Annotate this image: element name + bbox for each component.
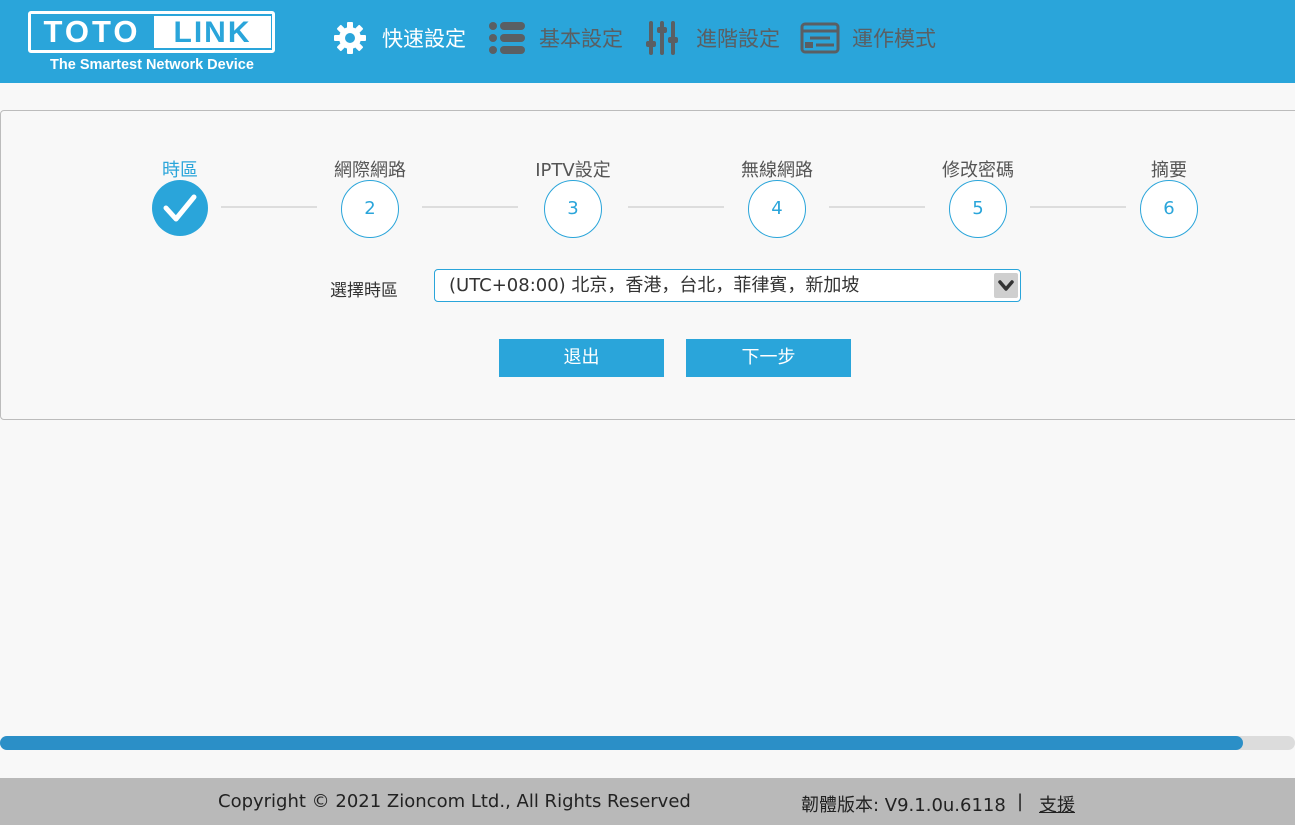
top-header: TOTO LINK The Smartest Network Device 快速… — [0, 0, 1295, 83]
step-4-circle: 4 — [748, 180, 806, 238]
step-connector — [422, 206, 518, 208]
timezone-label: 選擇時區 — [330, 281, 398, 301]
step-label-wireless: 無線網路 — [741, 160, 813, 181]
step-1-complete — [152, 180, 208, 236]
sliders-icon — [644, 18, 684, 58]
chevron-down-icon[interactable] — [994, 273, 1018, 298]
checkmark-icon — [163, 194, 197, 222]
step-label-timezone: 時區 — [162, 160, 198, 181]
logo-text-toto: TOTO — [43, 14, 141, 49]
nav-advanced-settings[interactable]: 進階設定 — [644, 18, 780, 58]
next-button[interactable]: 下一步 — [686, 339, 851, 377]
logo-frame: TOTO LINK — [28, 11, 275, 53]
footer-separator: | — [1017, 791, 1024, 812]
support-link[interactable]: 支援 — [1039, 791, 1075, 817]
step-connector — [1030, 206, 1126, 208]
progress-fill — [0, 736, 1244, 750]
step-5-circle: 5 — [949, 180, 1007, 238]
step-label-internet: 網際網路 — [334, 160, 406, 181]
timezone-selected-value: (UTC+08:00) 北京，香港，台北，菲律賓，新加坡 — [449, 275, 860, 296]
nav-basic-settings[interactable]: 基本設定 — [487, 18, 623, 58]
step-connector — [628, 206, 724, 208]
mode-icon — [800, 18, 840, 58]
firmware-version: 韌體版本: V9.1.0u.6118 — [801, 795, 1006, 816]
step-connector — [221, 206, 317, 208]
nav-quick-setup[interactable]: 快速設定 — [330, 18, 466, 58]
step-label-iptv: IPTV設定 — [535, 160, 611, 181]
step-2-circle: 2 — [341, 180, 399, 238]
step-6-circle: 6 — [1140, 180, 1198, 238]
exit-button[interactable]: 退出 — [499, 339, 664, 377]
step-connector — [829, 206, 925, 208]
nav-label-basic-settings: 基本設定 — [539, 27, 623, 51]
nav-label-advanced-settings: 進階設定 — [696, 27, 780, 51]
nav-label-operation-mode: 運作模式 — [852, 27, 936, 51]
list-icon — [487, 18, 527, 58]
gear-icon — [330, 18, 370, 58]
totolink-logo[interactable]: TOTO LINK The Smartest Network Device — [28, 11, 276, 77]
step-label-password: 修改密碼 — [942, 160, 1014, 181]
step-3-circle: 3 — [544, 180, 602, 238]
nav-label-quick-setup: 快速設定 — [382, 27, 466, 51]
step-label-summary: 摘要 — [1151, 160, 1187, 181]
nav-operation-mode[interactable]: 運作模式 — [800, 18, 936, 58]
copyright-text: Copyright © 2021 Zioncom Ltd., All Right… — [218, 791, 691, 812]
logo-text-link: LINK — [154, 16, 271, 49]
timezone-select[interactable]: (UTC+08:00) 北京，香港，台北，菲律賓，新加坡 — [434, 269, 1021, 302]
logo-tagline: The Smartest Network Device — [50, 57, 254, 73]
footer: Copyright © 2021 Zioncom Ltd., All Right… — [0, 778, 1295, 825]
progress-bar — [0, 736, 1295, 750]
